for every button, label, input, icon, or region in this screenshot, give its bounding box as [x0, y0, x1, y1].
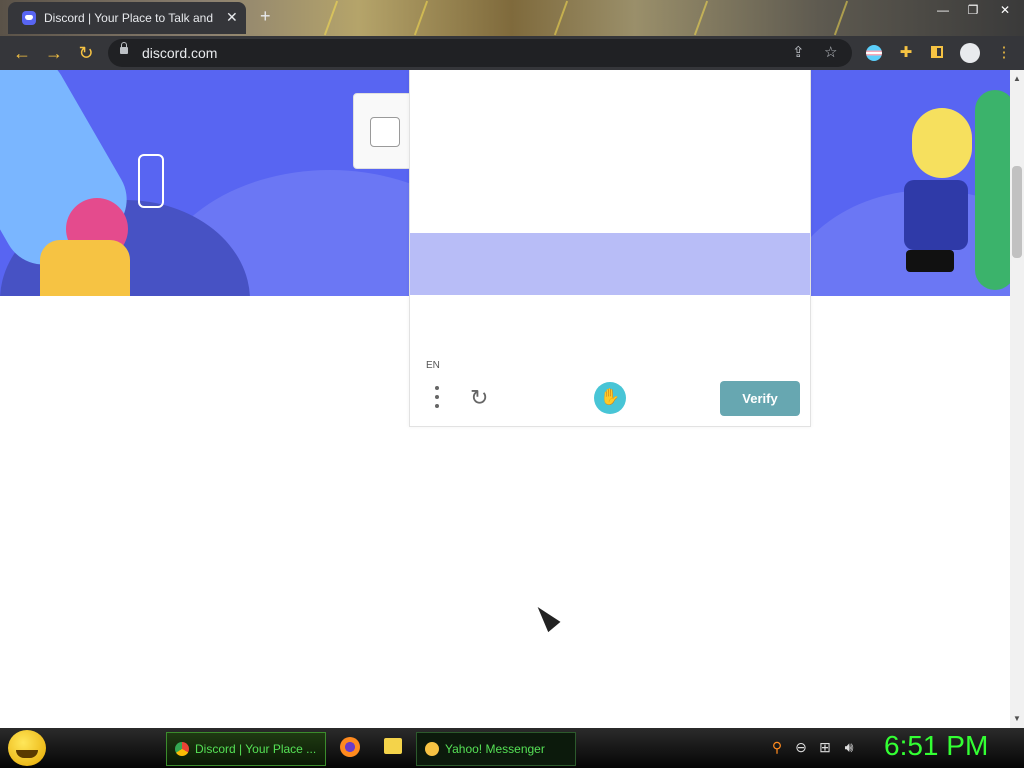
rabbit-illustration: [912, 108, 972, 178]
captcha-checkbox[interactable]: [370, 117, 400, 147]
phone-illustration: [906, 250, 954, 272]
tab-close-icon[interactable]: ✕: [226, 9, 238, 26]
lock-icon[interactable]: [120, 42, 128, 54]
task-label: Yahoo! Messenger: [445, 742, 545, 756]
forward-icon[interactable]: →: [42, 41, 66, 65]
clock[interactable]: 6:51 PM: [884, 730, 988, 762]
tab-title: Discord | Your Place to Talk and Hang Ou…: [44, 11, 216, 25]
page-content: EN ↻ ✋ Verify: [0, 70, 1010, 728]
hcaptcha-logo-icon: ✋: [594, 382, 626, 414]
discord-favicon-icon: [22, 11, 36, 25]
character-body: [40, 240, 130, 296]
browser-tab-discord[interactable]: Discord | Your Place to Talk and Hang Ou…: [8, 2, 246, 34]
start-smiley-button[interactable]: [8, 730, 46, 766]
sidepanel-icon[interactable]: [928, 43, 948, 63]
task-yahoo-messenger[interactable]: Yahoo! Messenger: [416, 732, 576, 766]
captcha-checkbox-panel: [353, 93, 413, 169]
share-icon[interactable]: ⇪: [792, 43, 805, 61]
refresh-challenge-icon[interactable]: ↻: [470, 386, 494, 410]
challenge-image-area[interactable]: [410, 70, 810, 232]
more-options-icon[interactable]: [432, 386, 442, 412]
address-bar[interactable]: discord.com ⇪ ☆: [108, 39, 852, 67]
chrome-icon: [175, 742, 189, 756]
firefox-icon[interactable]: [340, 737, 360, 757]
browser-toolbar: ← → ↻ discord.com ⇪ ☆ ✚ ⋮: [0, 36, 1024, 70]
challenge-image-band: [410, 233, 810, 295]
back-icon[interactable]: ←: [10, 41, 34, 65]
scroll-down-icon[interactable]: ▼: [1013, 714, 1021, 723]
task-chrome-discord[interactable]: Discord | Your Place ...: [166, 732, 326, 766]
verify-button[interactable]: Verify: [720, 381, 800, 416]
url-text: discord.com: [142, 45, 218, 61]
file-explorer-icon[interactable]: [384, 738, 402, 754]
scroll-up-icon[interactable]: ▲: [1013, 74, 1021, 83]
minimize-button[interactable]: —: [928, 0, 958, 20]
task-label: Discord | Your Place ...: [195, 742, 317, 756]
volume-icon[interactable]: 🔊︎: [840, 738, 858, 756]
page-scrollbar[interactable]: ▲ ▼: [1010, 70, 1024, 728]
bookmark-star-icon[interactable]: ☆: [824, 43, 837, 61]
lantern-icon: [138, 154, 164, 208]
account-icon[interactable]: [960, 43, 980, 63]
taskbar: Discord | Your Place ... Yahoo! Messenge…: [0, 728, 1024, 768]
network-icon[interactable]: ⊞: [816, 738, 834, 756]
new-tab-button[interactable]: +: [260, 6, 271, 27]
frog-illustration: [975, 90, 1010, 290]
yahoo-smiley-icon: [425, 742, 439, 756]
restore-button[interactable]: ❐: [958, 0, 988, 20]
extensions-icon[interactable]: ✚: [896, 43, 916, 63]
scroll-thumb[interactable]: [1012, 166, 1022, 258]
search-tray-icon[interactable]: ⚲: [768, 738, 786, 756]
language-indicator[interactable]: EN: [426, 360, 440, 371]
reload-icon[interactable]: ↻: [74, 41, 98, 65]
rabbit-body: [904, 180, 968, 250]
captcha-challenge-panel: EN ↻ ✋ Verify: [409, 70, 811, 427]
menu-icon[interactable]: ⋮: [994, 43, 1014, 63]
profile-flag-icon[interactable]: [864, 43, 884, 63]
close-window-button[interactable]: ✕: [990, 0, 1020, 20]
minus-circle-icon[interactable]: ⊖: [792, 738, 810, 756]
window-titlebar: Discord | Your Place to Talk and Hang Ou…: [0, 0, 1024, 36]
